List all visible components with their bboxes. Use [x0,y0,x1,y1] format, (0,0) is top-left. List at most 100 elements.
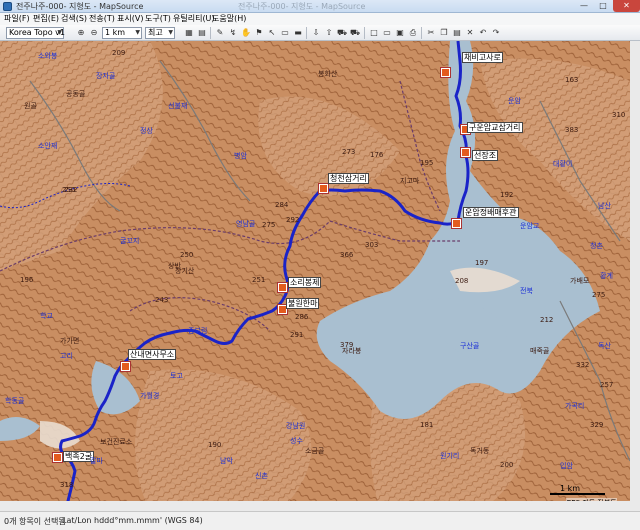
elevation-label: 176 [370,151,384,159]
waypoint-label[interactable]: 산내면사무소 [128,349,177,360]
waypoint-label[interactable]: 채비고사로 [462,52,503,63]
place-label: 정상 [140,127,153,135]
delete-icon[interactable]: ✕ [465,28,475,38]
waypoint-flag-icon[interactable] [318,183,329,194]
place-label: 갈마 [90,457,103,465]
close-button[interactable]: ✕ [613,0,640,12]
waypoint-flag-icon[interactable] [52,452,63,463]
waypoint-flag-icon[interactable] [440,67,451,78]
place-label: 자라봉 [342,347,362,355]
elevation-label: 209 [112,49,126,57]
open-file-icon[interactable]: ▭ [382,28,392,38]
zoom-in-icon[interactable]: ⊕ [76,28,86,38]
ruler-icon[interactable]: ▬ [293,28,303,38]
window-title: 전주나주-000- 지형도 - MapSource [16,2,144,11]
place-label: 운암 [508,97,521,105]
place-label: 독거동 [470,447,490,455]
place-label: 전북 [520,287,533,295]
place-label: 성수 [290,437,303,445]
place-label: 가배모 [570,277,590,285]
copy-icon[interactable]: ❐ [439,28,449,38]
elevation-label: 251 [252,276,266,284]
waypoint-flag-icon[interactable] [460,147,471,158]
horizontal-scrollbar[interactable] [0,501,630,511]
status-bar: 0개 항목이 선택됨 Lat/Lon hddd°mm.mmm' (WGS 84) [0,511,640,530]
menu-help[interactable]: 도움말(H) [212,13,246,25]
gps-receive-icon[interactable]: ⇩ [311,28,321,38]
waypoint-label[interactable]: 구운암교삼거리 [467,122,523,133]
waypoint-flag-icon[interactable] [120,361,131,372]
place-label: 봉화산 [318,70,338,78]
waypoint-label[interactable]: 운암정배매후관 [463,207,519,218]
zoom-scale-select[interactable]: 1 km ▼ [102,27,142,39]
place-label: 원기리 [440,452,460,460]
menu-edit[interactable]: 편집(E) [33,13,59,25]
new-file-icon[interactable]: □ [369,28,379,38]
undo-icon[interactable]: ↶ [478,28,488,38]
minimize-button[interactable]: — [575,0,593,12]
waypoint-label[interactable]: 불원한마 [286,298,320,309]
window-title-faded: 전주나주-000- 지형도 - MapSource [238,2,366,11]
place-label: 가곡리 [565,402,585,410]
cut-icon[interactable]: ✂ [426,28,436,38]
topo-map-graphic [0,41,640,511]
print-icon[interactable]: ⎙ [408,28,418,38]
waypoint-label[interactable]: 청천삼거리 [328,173,369,184]
gps-send-icon[interactable]: ⇧ [324,28,334,38]
vertical-scrollbar[interactable] [630,41,640,511]
title-bar: 전주나주-000- 지형도 - MapSource 전주나주-000- 지형도 … [0,0,640,13]
place-label: 운암교 [520,222,540,230]
place-label: 남산 [598,202,611,210]
car-icon[interactable]: ⛟ [350,28,360,38]
menu-view[interactable]: 표시(V) [117,13,143,25]
waypoint-flag-icon[interactable] [277,282,288,293]
elevation-label: 250 [180,251,194,259]
route-icon[interactable]: ↯ [228,28,238,38]
hand-icon[interactable]: ✋ [241,28,251,38]
map-plus-icon[interactable]: ▤ [197,28,207,38]
toolbar-separator [306,27,307,39]
paste-icon[interactable]: ▤ [452,28,462,38]
place-label: 독산 [598,342,611,350]
place-label: 황계 [600,272,613,280]
waypoint-label[interactable]: 소리봉제 [288,277,322,288]
map-product-select[interactable]: Korea Topo v1 ▼ [6,27,65,39]
elevation-label: 284 [275,201,289,209]
selection-icon[interactable]: ▭ [280,28,290,38]
waypoint-flag-icon[interactable] [451,218,462,229]
place-label: 구산골 [460,342,480,350]
place-label: 굴꼬지 [120,237,140,245]
elevation-label: 275 [592,291,606,299]
place-label: 강남원 [286,422,306,430]
redo-icon[interactable]: ↷ [491,28,501,38]
elevation-label: 200 [500,461,514,469]
waypoint-label[interactable]: 선장조 [472,150,499,161]
selection-status: 0개 항목이 선택됨 [4,517,66,526]
place-label: 장기산 [175,267,195,275]
menu-file[interactable]: 파일(F) [4,13,30,25]
pencil-icon[interactable]: ✎ [215,28,225,38]
elevation-label: 383 [565,126,579,134]
maximize-button[interactable]: □ [594,0,612,12]
scale-bar: 1 km [550,484,610,495]
menu-utilities[interactable]: 유틸리티(U) [173,13,215,25]
waypoint-icon[interactable]: ⚑ [254,28,264,38]
elevation-label: 310 [612,111,626,119]
elevation-label: 291 [290,331,304,339]
place-label: 선불재 [168,102,188,110]
map-icon[interactable]: ▦ [184,28,194,38]
place-label: 소금골 [305,447,325,455]
menu-tools[interactable]: 도구(T) [145,13,171,25]
car-icon[interactable]: ⛟ [337,28,347,38]
menu-search[interactable]: 검색(S) [61,13,87,25]
pointer-icon[interactable]: ↖ [267,28,277,38]
zoom-out-icon[interactable]: ⊖ [89,28,99,38]
map-view[interactable]: 채비고사로 구운암교삼거리 선장조 청천삼거리 운암정배매후관 소리봉제 불원한… [0,41,640,511]
save-icon[interactable]: ▣ [395,28,405,38]
mapsource-window: 전주나주-000- 지형도 - MapSource 전주나주-000- 지형도 … [0,0,640,530]
place-label: 소안재 [38,142,58,150]
menu-transfer[interactable]: 전송(T) [89,13,115,25]
place-label: 토고 [170,372,183,380]
detail-level-select[interactable]: 최고 ▼ [145,27,175,39]
coordinate-format-status: Lat/Lon hddd°mm.mmm' (WGS 84) [62,516,203,525]
